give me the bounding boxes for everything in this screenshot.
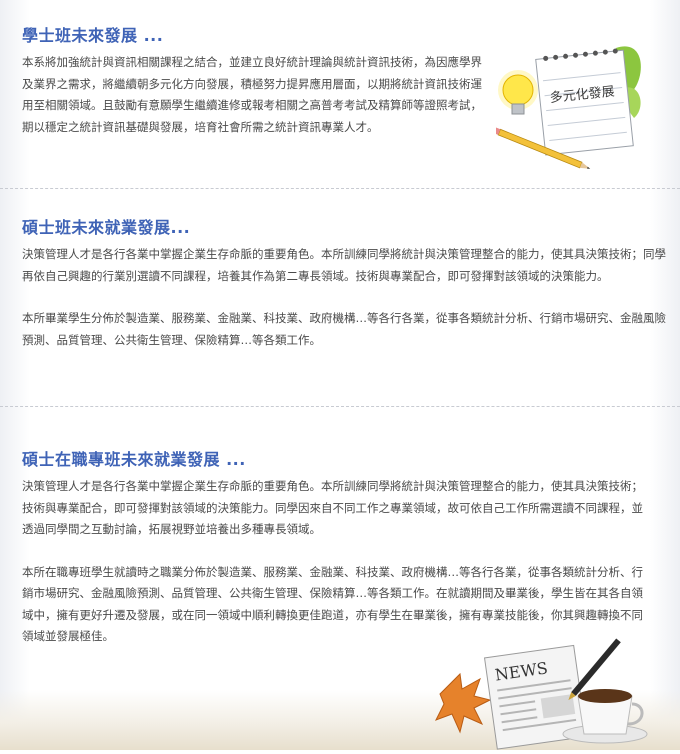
section-inservice-master: 碩士在職專班未來就業發展 ... 決策管理人才是各行各業中掌握企業生存命脈的重要…	[22, 446, 647, 648]
section-master: 碩士班未來就業發展... 決策管理人才是各行各業中掌握企業生存命脈的重要角色。本…	[22, 214, 672, 351]
section-divider	[0, 188, 680, 189]
section-paragraph: 決策管理人才是各行各業中掌握企業生存命脈的重要角色。本所訓練同學將統計與決策管理…	[22, 479, 643, 536]
section-paragraph: 本所畢業學生分佈於製造業、服務業、金融業、科技業、政府機構…等各行各業，從事各類…	[22, 311, 666, 347]
section-divider	[0, 406, 680, 407]
section-title-inservice-master: 碩士在職專班未來就業發展 ...	[22, 450, 246, 469]
section-paragraph: 決策管理人才是各行各業中掌握企業生存命脈的重要角色。本所訓練同學將統計與決策管理…	[22, 247, 666, 283]
section-paragraph: 本系將加強統計與資訊相關課程之結合，並建立良好統計理論與統計資訊技術，為因應學界…	[22, 55, 482, 134]
section-bachelor: 學士班未來發展 ... 本系將加強統計與資訊相關課程之結合，並建立良好統計理論與…	[22, 22, 482, 138]
section-title-bachelor: 學士班未來發展 ...	[22, 26, 164, 45]
section-title-master: 碩士班未來就業發展...	[22, 218, 191, 237]
notebook-lightbulb-illustration: 多元化發展	[492, 38, 646, 182]
newspaper-coffee-illustration: NEWS	[430, 634, 670, 754]
